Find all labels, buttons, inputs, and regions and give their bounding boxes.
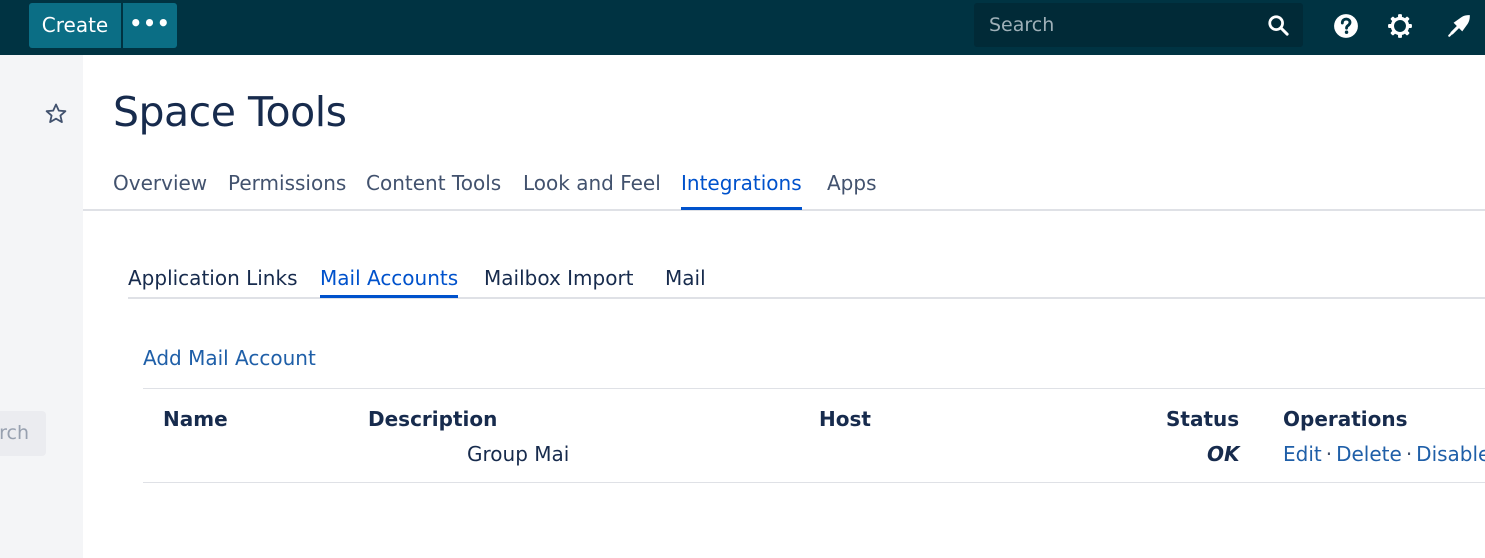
separator: · [1325, 442, 1333, 466]
column-header-status: Status [1166, 407, 1240, 431]
search-icon[interactable] [1267, 14, 1289, 36]
space-sidebar [0, 55, 83, 558]
mail-account-status: OK [1207, 442, 1240, 466]
star-favourite-icon[interactable] [44, 102, 68, 126]
column-header-name: Name [163, 407, 228, 431]
disable-link[interactable]: Disable [1416, 442, 1485, 466]
tab-apps[interactable]: Apps [827, 165, 877, 207]
subtab-application-links[interactable]: Application Links [128, 262, 297, 295]
table-divider-bottom [143, 482, 1485, 483]
tab-overview[interactable]: Overview [113, 165, 207, 207]
edit-link[interactable]: Edit [1283, 442, 1322, 466]
column-header-host: Host [819, 407, 871, 431]
create-button[interactable]: Create [29, 3, 121, 48]
tab-permissions[interactable]: Permissions [228, 165, 346, 207]
column-header-description: Description [368, 407, 498, 431]
integrations-subtabs: Application Links Mail Accounts Mailbox … [128, 262, 1485, 299]
search-placeholder: Search [989, 14, 1055, 36]
tab-content-tools[interactable]: Content Tools [366, 165, 501, 207]
more-create-options-button[interactable]: ••• [123, 3, 177, 48]
subtab-mail[interactable]: Mail [665, 262, 706, 295]
column-header-operations: Operations [1283, 407, 1408, 431]
mail-account-description: Group Mai [467, 442, 570, 466]
top-navigation-bar: Create ••• Search [0, 0, 1485, 55]
add-mail-account-link[interactable]: Add Mail Account [143, 346, 316, 370]
mail-account-operations: Edit · Delete · Disable [1283, 442, 1485, 466]
separator: · [1405, 442, 1413, 466]
sidebar-search-input[interactable]: Search [0, 411, 46, 456]
settings-gear-icon[interactable] [1387, 13, 1413, 39]
delete-link[interactable]: Delete [1336, 442, 1402, 466]
search-input[interactable]: Search [974, 3, 1303, 47]
tab-look-and-feel[interactable]: Look and Feel [523, 165, 661, 207]
subtab-mailbox-import[interactable]: Mailbox Import [484, 262, 634, 295]
tab-integrations[interactable]: Integrations [681, 165, 802, 210]
notifications-icon[interactable] [1446, 13, 1472, 39]
table-divider-top [143, 388, 1485, 389]
help-icon[interactable] [1333, 13, 1359, 39]
space-tools-tabs: Overview Permissions Content Tools Look … [83, 165, 1485, 211]
subtab-mail-accounts[interactable]: Mail Accounts [320, 262, 459, 298]
page-title: Space Tools [113, 88, 347, 136]
sidebar-search-text: Search [0, 422, 29, 444]
